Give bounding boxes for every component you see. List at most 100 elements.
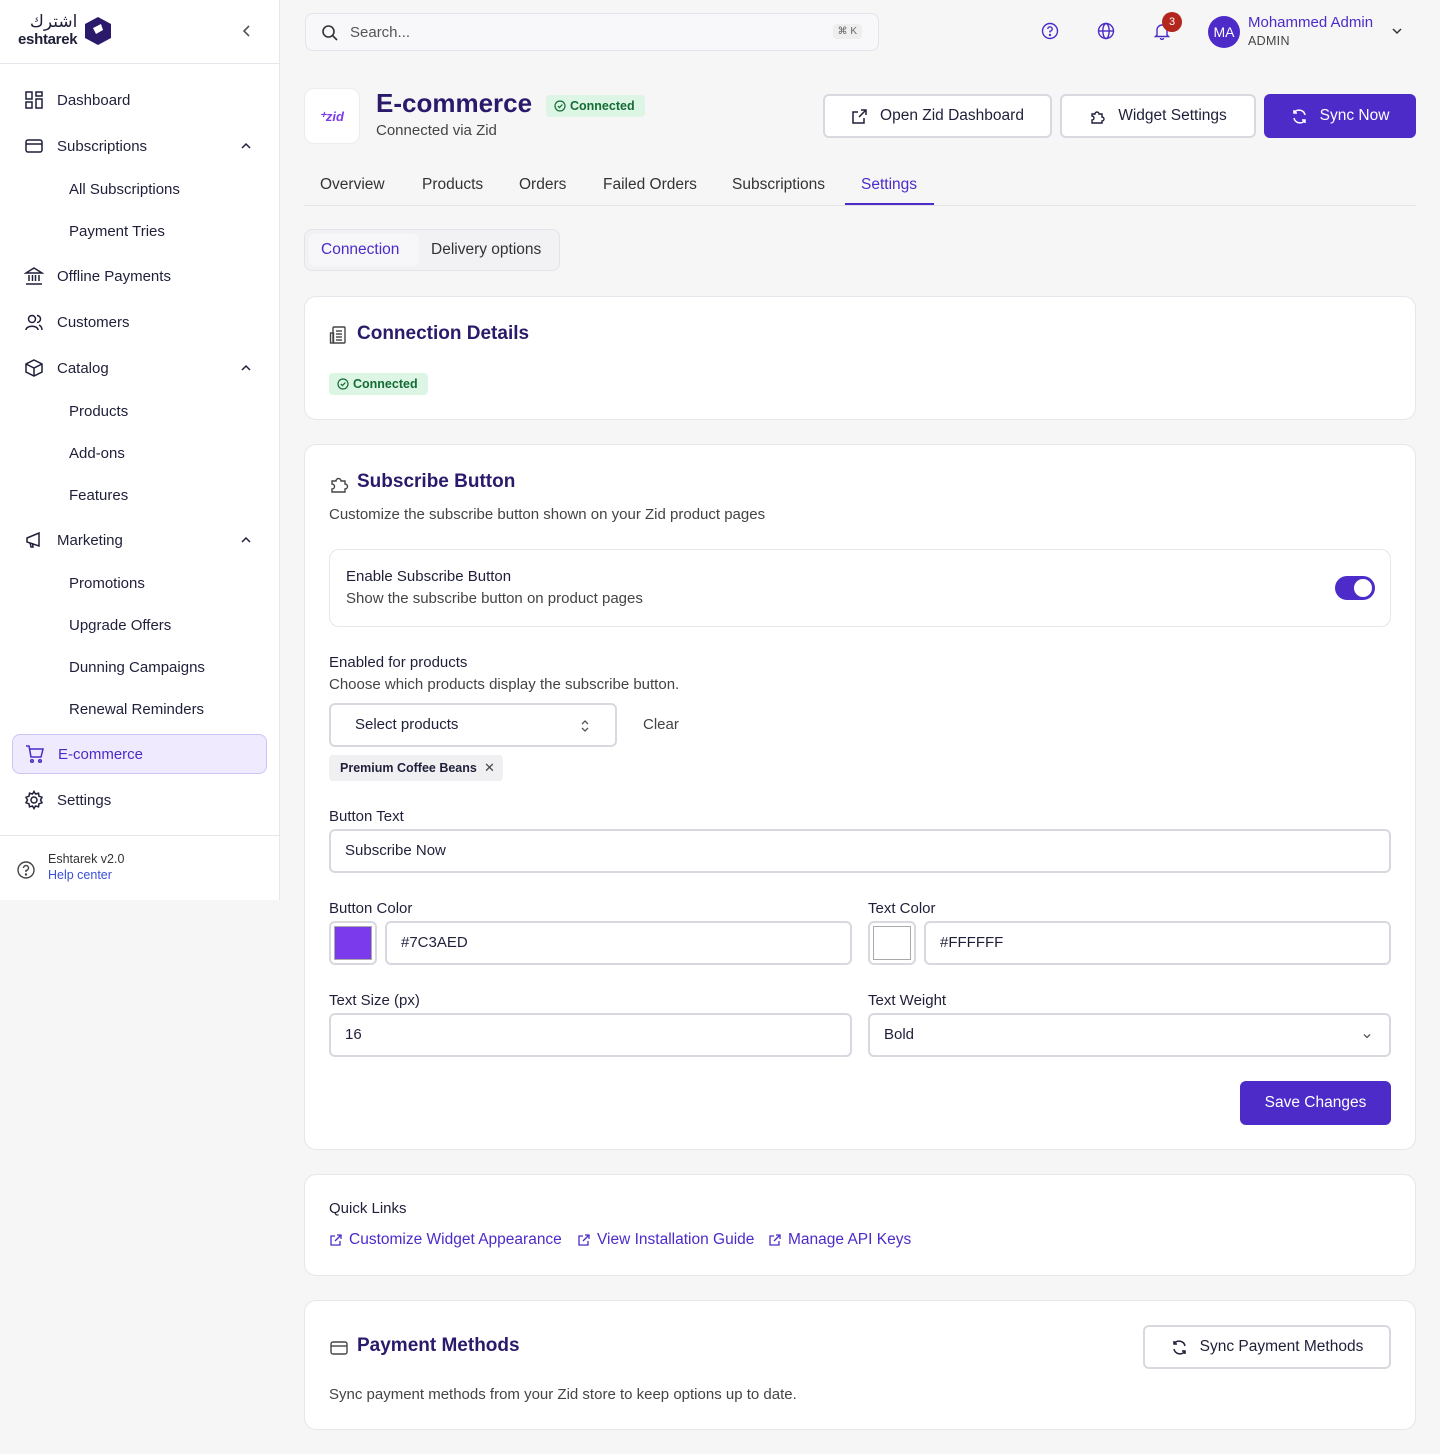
setting-label: Enable Subscribe Button [346, 568, 512, 585]
widget-settings-button[interactable]: Widget Settings [1060, 94, 1256, 138]
sidebar-item-promotions[interactable]: Promotions [69, 575, 145, 592]
text-color-swatch[interactable] [868, 921, 916, 965]
tab-bar: Overview Products Orders Failed Orders S… [304, 164, 1416, 206]
search-shortcut: ⌘ K [832, 24, 862, 39]
page-subtitle: Connected via Zid [376, 122, 497, 139]
chevron-down-icon[interactable] [1390, 24, 1404, 38]
sidebar-item-e-commerce[interactable]: E-commerce [12, 734, 267, 774]
tab-settings[interactable]: Settings [861, 176, 917, 194]
tab-subscriptions[interactable]: Subscriptions [732, 176, 825, 194]
subtab-connection[interactable]: Connection [321, 241, 399, 259]
sidebar-item-label: Offline Payments [57, 267, 171, 285]
sidebar-item-dashboard[interactable]: Dashboard [12, 80, 267, 120]
user-role: ADMIN [1248, 34, 1290, 48]
user-name[interactable]: Mohammed Admin [1248, 14, 1373, 31]
manage-api-keys-link[interactable]: Manage API Keys [768, 1231, 911, 1249]
help-icon[interactable] [1041, 22, 1059, 40]
tab-products[interactable]: Products [422, 176, 483, 194]
chevron-updown-icon [581, 720, 589, 732]
text-color-input[interactable]: #FFFFFF [924, 921, 1391, 965]
sidebar-item-label: Subscriptions [57, 137, 148, 155]
save-changes-button[interactable]: Save Changes [1240, 1081, 1391, 1125]
sidebar-item-subscriptions[interactable]: Subscriptions [12, 126, 267, 166]
open-zid-dashboard-button[interactable]: Open Zid Dashboard [823, 94, 1052, 138]
sync-payment-methods-button[interactable]: Sync Payment Methods [1143, 1325, 1391, 1369]
selected-product-chip: Premium Coffee Beans ✕ [329, 755, 503, 781]
toggle-knob [1354, 579, 1372, 597]
help-center-link[interactable]: Help center [48, 868, 112, 882]
tab-overview[interactable]: Overview [320, 176, 385, 194]
enable-subscribe-toggle[interactable] [1335, 576, 1375, 600]
link-label: Customize Widget Appearance [349, 1231, 562, 1248]
button-color-label: Button Color [329, 900, 413, 917]
select-placeholder: Select products [355, 716, 459, 733]
external-link-icon [578, 1234, 590, 1246]
search-placeholder: Search... [350, 24, 411, 41]
tab-orders[interactable]: Orders [519, 176, 566, 194]
sidebar-footer: Eshtarek v2.0 Help center [0, 835, 280, 900]
chip-label: Premium Coffee Beans [340, 761, 477, 775]
sidebar: اشترك eshtarek Dashboard Subscriptions A… [0, 0, 280, 900]
quick-links-card: Quick Links Customize Widget Appearance … [304, 1174, 1416, 1276]
brand-english: eshtarek [18, 31, 78, 48]
customize-widget-link[interactable]: Customize Widget Appearance [329, 1231, 562, 1249]
sidebar-item-offline-payments[interactable]: Offline Payments [12, 256, 267, 296]
sidebar-item-all-subscriptions[interactable]: All Subscriptions [69, 181, 180, 198]
subscribe-button-card: Subscribe Button Customize the subscribe… [304, 444, 1416, 1150]
brand-mark-icon [85, 16, 112, 45]
button-text-input[interactable]: Subscribe Now [329, 829, 1391, 873]
button-label: Open Zid Dashboard [880, 107, 1024, 124]
sync-now-button[interactable]: Sync Now [1264, 94, 1416, 138]
button-label: Save Changes [1264, 1094, 1367, 1111]
gear-icon [24, 790, 44, 810]
puzzle-icon [331, 477, 349, 493]
sidebar-item-label: Settings [57, 791, 112, 809]
sidebar-item-renewal-reminders[interactable]: Renewal Reminders [69, 701, 204, 718]
sidebar-item-marketing[interactable]: Marketing [12, 520, 267, 560]
users-icon [25, 314, 43, 331]
button-color-swatch[interactable] [329, 921, 377, 965]
text-size-label: Text Size (px) [329, 992, 420, 1009]
sidebar-item-customers[interactable]: Customers [12, 302, 267, 342]
button-text-label: Button Text [329, 808, 404, 825]
status-badge-label: Connected [570, 99, 635, 113]
button-label: Widget Settings [1118, 107, 1227, 124]
sidebar-item-products[interactable]: Products [69, 403, 128, 420]
status-badge-label: Connected [353, 377, 418, 391]
remove-chip-icon[interactable]: ✕ [484, 755, 495, 781]
card-title: Payment Methods [357, 1335, 520, 1356]
sidebar-item-label: Dashboard [57, 91, 131, 109]
page-title: E-commerce [376, 88, 533, 118]
sidebar-item-upgrade-offers[interactable]: Upgrade Offers [69, 617, 171, 634]
search-input[interactable]: Search... ⌘ K [305, 13, 879, 51]
select-products-dropdown[interactable]: Select products [329, 703, 617, 747]
collapse-sidebar-icon[interactable] [238, 22, 256, 40]
sidebar-item-features[interactable]: Features [69, 487, 128, 504]
dashboard-icon [25, 91, 43, 109]
tab-failed-orders[interactable]: Failed Orders [603, 176, 697, 194]
cart-icon [26, 745, 44, 764]
subtab-delivery-options[interactable]: Delivery options [431, 241, 541, 259]
sidebar-item-add-ons[interactable]: Add-ons [69, 445, 125, 462]
megaphone-icon [26, 531, 40, 548]
sidebar-item-label: E-commerce [58, 745, 144, 763]
box-icon [25, 359, 43, 377]
avatar[interactable]: MA [1208, 16, 1240, 48]
sidebar-item-dunning-campaigns[interactable]: Dunning Campaigns [69, 659, 205, 676]
brand-logo[interactable]: اشترك eshtarek [18, 14, 113, 47]
text-weight-select[interactable]: Bold [868, 1013, 1391, 1057]
sidebar-item-payment-tries[interactable]: Payment Tries [69, 223, 165, 240]
logo-area: اشترك eshtarek [0, 0, 279, 64]
installation-guide-link[interactable]: View Installation Guide [577, 1231, 754, 1249]
sidebar-item-settings[interactable]: Settings [12, 780, 267, 820]
text-size-input[interactable]: 16 [329, 1013, 852, 1057]
chevron-up-icon [241, 364, 251, 371]
card-title: Connection Details [357, 323, 530, 344]
sidebar-item-catalog[interactable]: Catalog [12, 348, 267, 388]
button-color-input[interactable]: #7C3AED [385, 921, 852, 965]
globe-icon[interactable] [1097, 22, 1115, 40]
status-badge: Connected [546, 95, 645, 117]
swatch-fill [334, 926, 372, 960]
clear-products-button[interactable]: Clear [643, 716, 679, 733]
connection-status-badge: Connected [329, 373, 428, 395]
